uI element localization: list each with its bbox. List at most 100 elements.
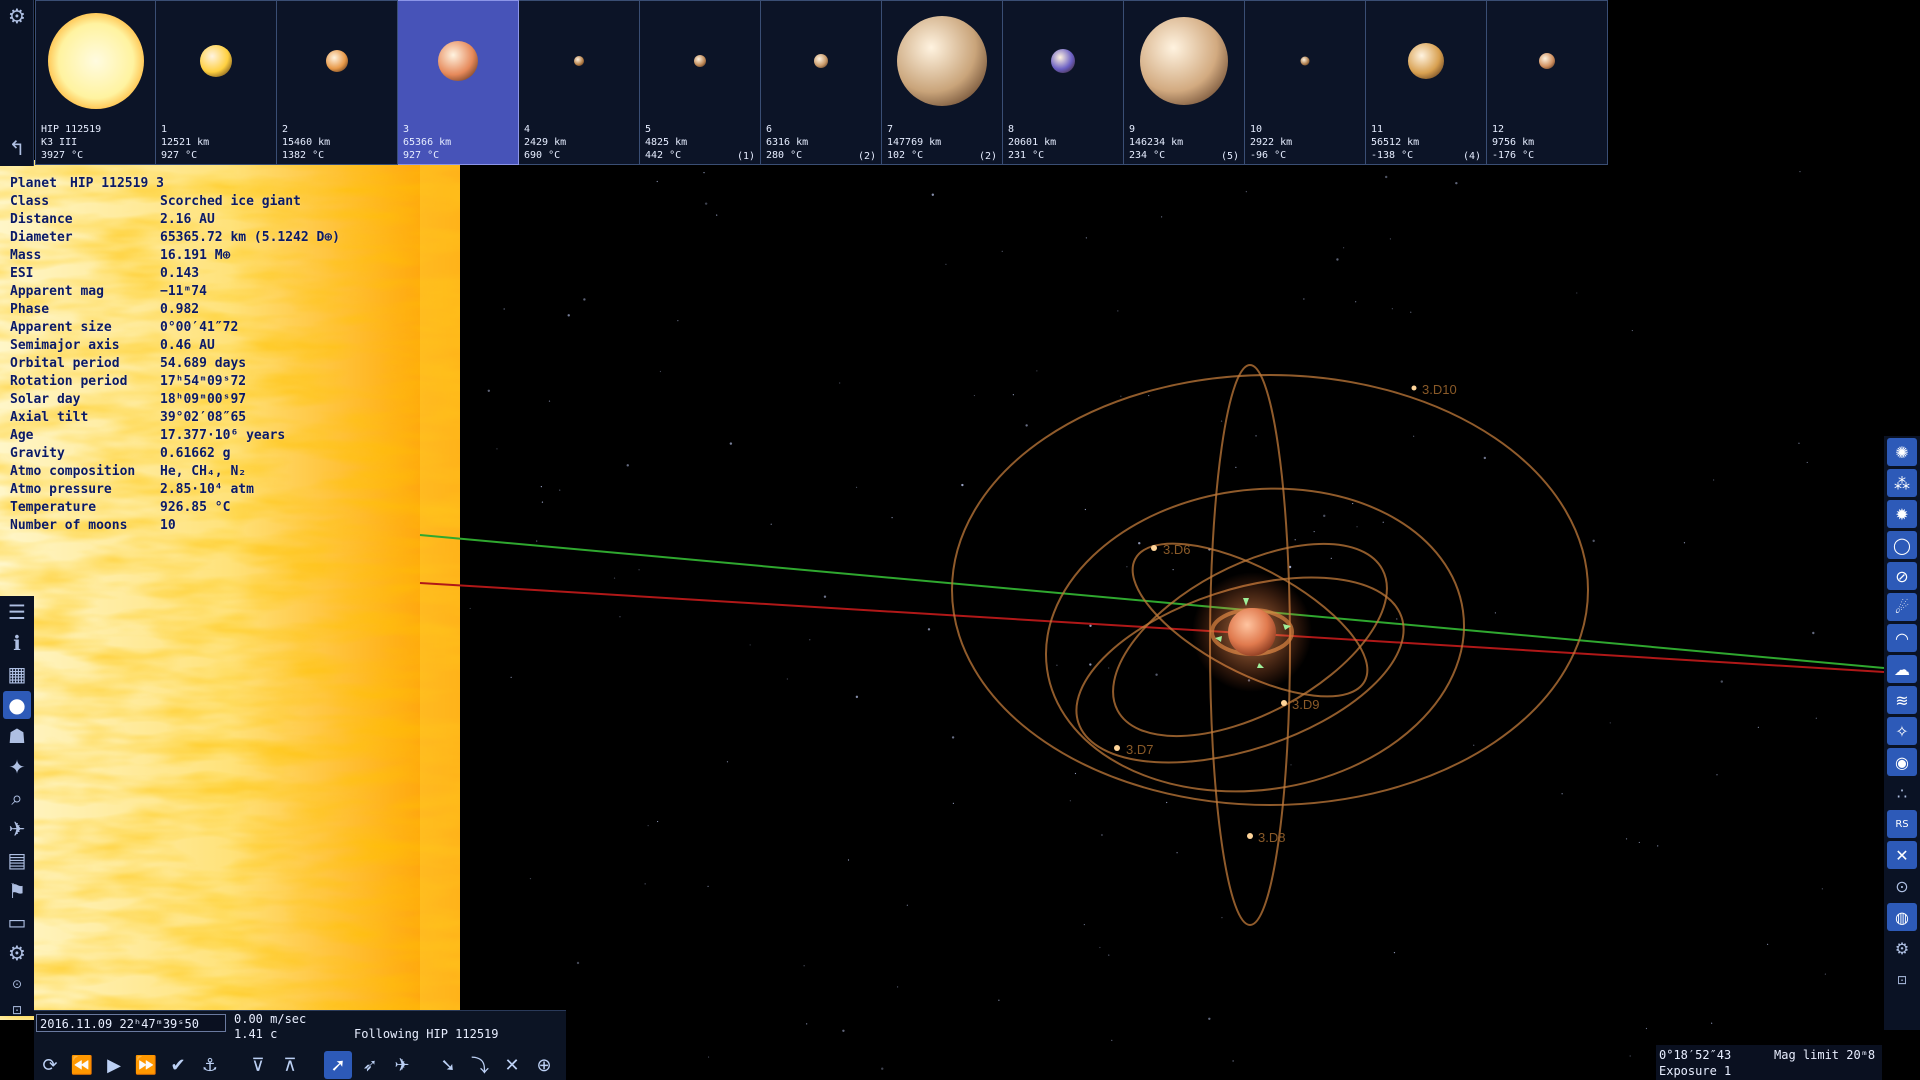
dots-icon[interactable]: ∴ [1887, 779, 1917, 807]
select-cursor-icon[interactable]: ➚ [324, 1051, 352, 1079]
info-value: 17ʰ54ᵐ09ˢ72 [160, 374, 247, 389]
film-icon[interactable]: ▤ [3, 846, 31, 874]
settings-gear-icon[interactable]: ⚙ [3, 2, 31, 30]
land-icon[interactable]: ⚓ [196, 1051, 224, 1079]
label-3d9[interactable]: 3.D9 [1292, 697, 1319, 712]
label-3d7[interactable]: 3.D7 [1126, 742, 1153, 757]
check-icon[interactable]: ✔ [164, 1051, 192, 1079]
bg-star [1155, 673, 1158, 676]
info-row: Semimajor axis 0.46 AU [10, 337, 340, 355]
plane-icon[interactable]: ✈ [388, 1051, 416, 1079]
waves-icon[interactable]: ≋ [1887, 686, 1917, 714]
info-value: 54.689 days [160, 356, 247, 371]
bg-star [1711, 1022, 1713, 1024]
star-field-icon[interactable]: ⁂ [1887, 469, 1917, 497]
rs-icon[interactable]: RS [1887, 810, 1917, 838]
people-icon[interactable]: ☗ [3, 722, 31, 750]
search-icon[interactable]: ⌕ [3, 784, 31, 812]
label-3d10[interactable]: 3.D10 [1422, 382, 1457, 397]
planet-ring-icon[interactable]: ⊘ [1887, 562, 1917, 590]
planet-system-icon[interactable]: ● [3, 691, 31, 719]
planet-tile-temp: -176 °C [1492, 150, 1535, 161]
planet-tile[interactable]: 8 20601 km 231 °C [1003, 0, 1124, 165]
globe-icon[interactable]: ◍ [1887, 903, 1917, 931]
label-3d8[interactable]: 3.D8 [1258, 830, 1285, 845]
planet-tile[interactable]: 9 146234 km 234 °C (5) [1124, 0, 1245, 165]
down-icon[interactable]: ⊽ [244, 1051, 272, 1079]
arrows-icon[interactable]: ✕ [1887, 841, 1917, 869]
small-square-icon[interactable]: ⊡ [1887, 966, 1917, 994]
bg-star [896, 986, 899, 988]
nebula-icon[interactable]: ✹ [1887, 500, 1917, 528]
horizon-icon[interactable]: ◠ [1887, 624, 1917, 652]
planet-tile[interactable]: 6 6316 km 280 °C (2) [761, 0, 882, 165]
expand-icon[interactable]: ✕ [498, 1051, 526, 1079]
flag-icon[interactable]: ⚑ [3, 877, 31, 905]
settings-icon[interactable]: ⚙ [1887, 934, 1917, 962]
comet-icon[interactable]: ☄ [1887, 593, 1917, 621]
info-row: Mass 16.191 M⊕ [10, 247, 340, 265]
planet-tile[interactable]: 12 9756 km -176 °C [1487, 0, 1608, 165]
go-to-icon[interactable]: ➘ [434, 1051, 462, 1079]
up-icon[interactable]: ⊼ [276, 1051, 304, 1079]
bg-star [931, 193, 935, 196]
ship-icon[interactable]: ✈ [3, 815, 31, 843]
planet-tile-num: 9 [1129, 124, 1136, 135]
ring-icon[interactable]: ◯ [1887, 531, 1917, 559]
bg-star [847, 859, 850, 861]
moon-3d8[interactable] [1247, 833, 1253, 839]
menu-icon[interactable]: ☰ [3, 598, 31, 626]
planet-tile[interactable]: 5 4825 km 442 °C (1) [640, 0, 761, 165]
planet-tile[interactable]: 3 65366 km 927 °C [398, 0, 519, 165]
small-circle-icon[interactable]: ⊙ [3, 970, 31, 998]
compass-icon[interactable]: ⊙ [1887, 872, 1917, 900]
bg-star [1356, 526, 1358, 528]
planet-tile[interactable]: 4 2429 km 690 °C [519, 0, 640, 165]
planet-tile[interactable]: 11 56512 km -138 °C (4) [1366, 0, 1487, 165]
moon-3d10[interactable] [1411, 385, 1417, 391]
planet-tile-num: 4 [524, 124, 531, 135]
info-value: 2.16 AU [160, 212, 215, 227]
planet-thumbnail [694, 55, 706, 67]
rocket-icon[interactable]: ➶ [356, 1051, 384, 1079]
bg-star [1757, 726, 1759, 728]
planet-tile[interactable]: 7 147769 km 102 °C (2) [882, 0, 1003, 165]
chart-icon[interactable]: ▦ [3, 660, 31, 688]
moon-3d9[interactable] [1281, 700, 1287, 706]
planet-tile[interactable]: 1 12521 km 927 °C [156, 0, 277, 165]
planet-tile[interactable]: 10 2922 km -96 °C [1245, 0, 1366, 165]
eye-icon[interactable]: ◉ [1887, 748, 1917, 776]
info-value: 16.191 M⊕ [160, 248, 231, 263]
planet-tile[interactable]: 2 15460 km 1382 °C [277, 0, 398, 165]
planet-tile-line2: 2922 km [1250, 137, 1293, 148]
fast-forward-icon[interactable]: ⏩ [132, 1051, 160, 1079]
stars-icon[interactable]: ✦ [3, 753, 31, 781]
cloud-icon[interactable]: ☁ [1887, 655, 1917, 683]
play-icon[interactable]: ▶ [100, 1051, 128, 1079]
gear-icon[interactable]: ⚙ [3, 939, 31, 967]
bg-star [952, 802, 954, 804]
small-square-icon[interactable]: ⊡ [3, 996, 31, 1024]
moon-3d7[interactable] [1114, 745, 1120, 751]
info-key: Solar day [10, 392, 81, 407]
target-icon[interactable]: ⊕ [530, 1051, 558, 1079]
bg-star [638, 569, 640, 571]
back-arrow-icon[interactable]: ↰ [3, 134, 31, 162]
galaxy-icon[interactable]: ✺ [1887, 438, 1917, 466]
moon-3d6[interactable] [1151, 545, 1157, 551]
sync-icon[interactable]: ⟳ [36, 1051, 64, 1079]
bg-star [548, 400, 551, 402]
date-time-field[interactable]: 2016.11.09 22ʰ47ᵐ39ˢ50 [36, 1014, 226, 1032]
info-row: Orbital period 54.689 days [10, 355, 340, 373]
label-3d6[interactable]: 3.D6 [1163, 542, 1190, 557]
monitor-icon[interactable]: ▭ [3, 908, 31, 936]
planet-tile[interactable]: HIP 112519 K3 III 3927 °C [35, 0, 156, 165]
rewind-icon[interactable]: ⏪ [68, 1051, 96, 1079]
planet-3[interactable] [1228, 608, 1276, 656]
orbit-icon[interactable]: ⤵ [466, 1051, 494, 1079]
planet-tile-temp: 231 °C [1008, 150, 1045, 161]
planet-thumbnail [326, 50, 348, 72]
bird-icon[interactable]: ✧ [1887, 717, 1917, 745]
bg-star [1221, 917, 1223, 919]
info-icon[interactable]: ℹ [3, 629, 31, 657]
